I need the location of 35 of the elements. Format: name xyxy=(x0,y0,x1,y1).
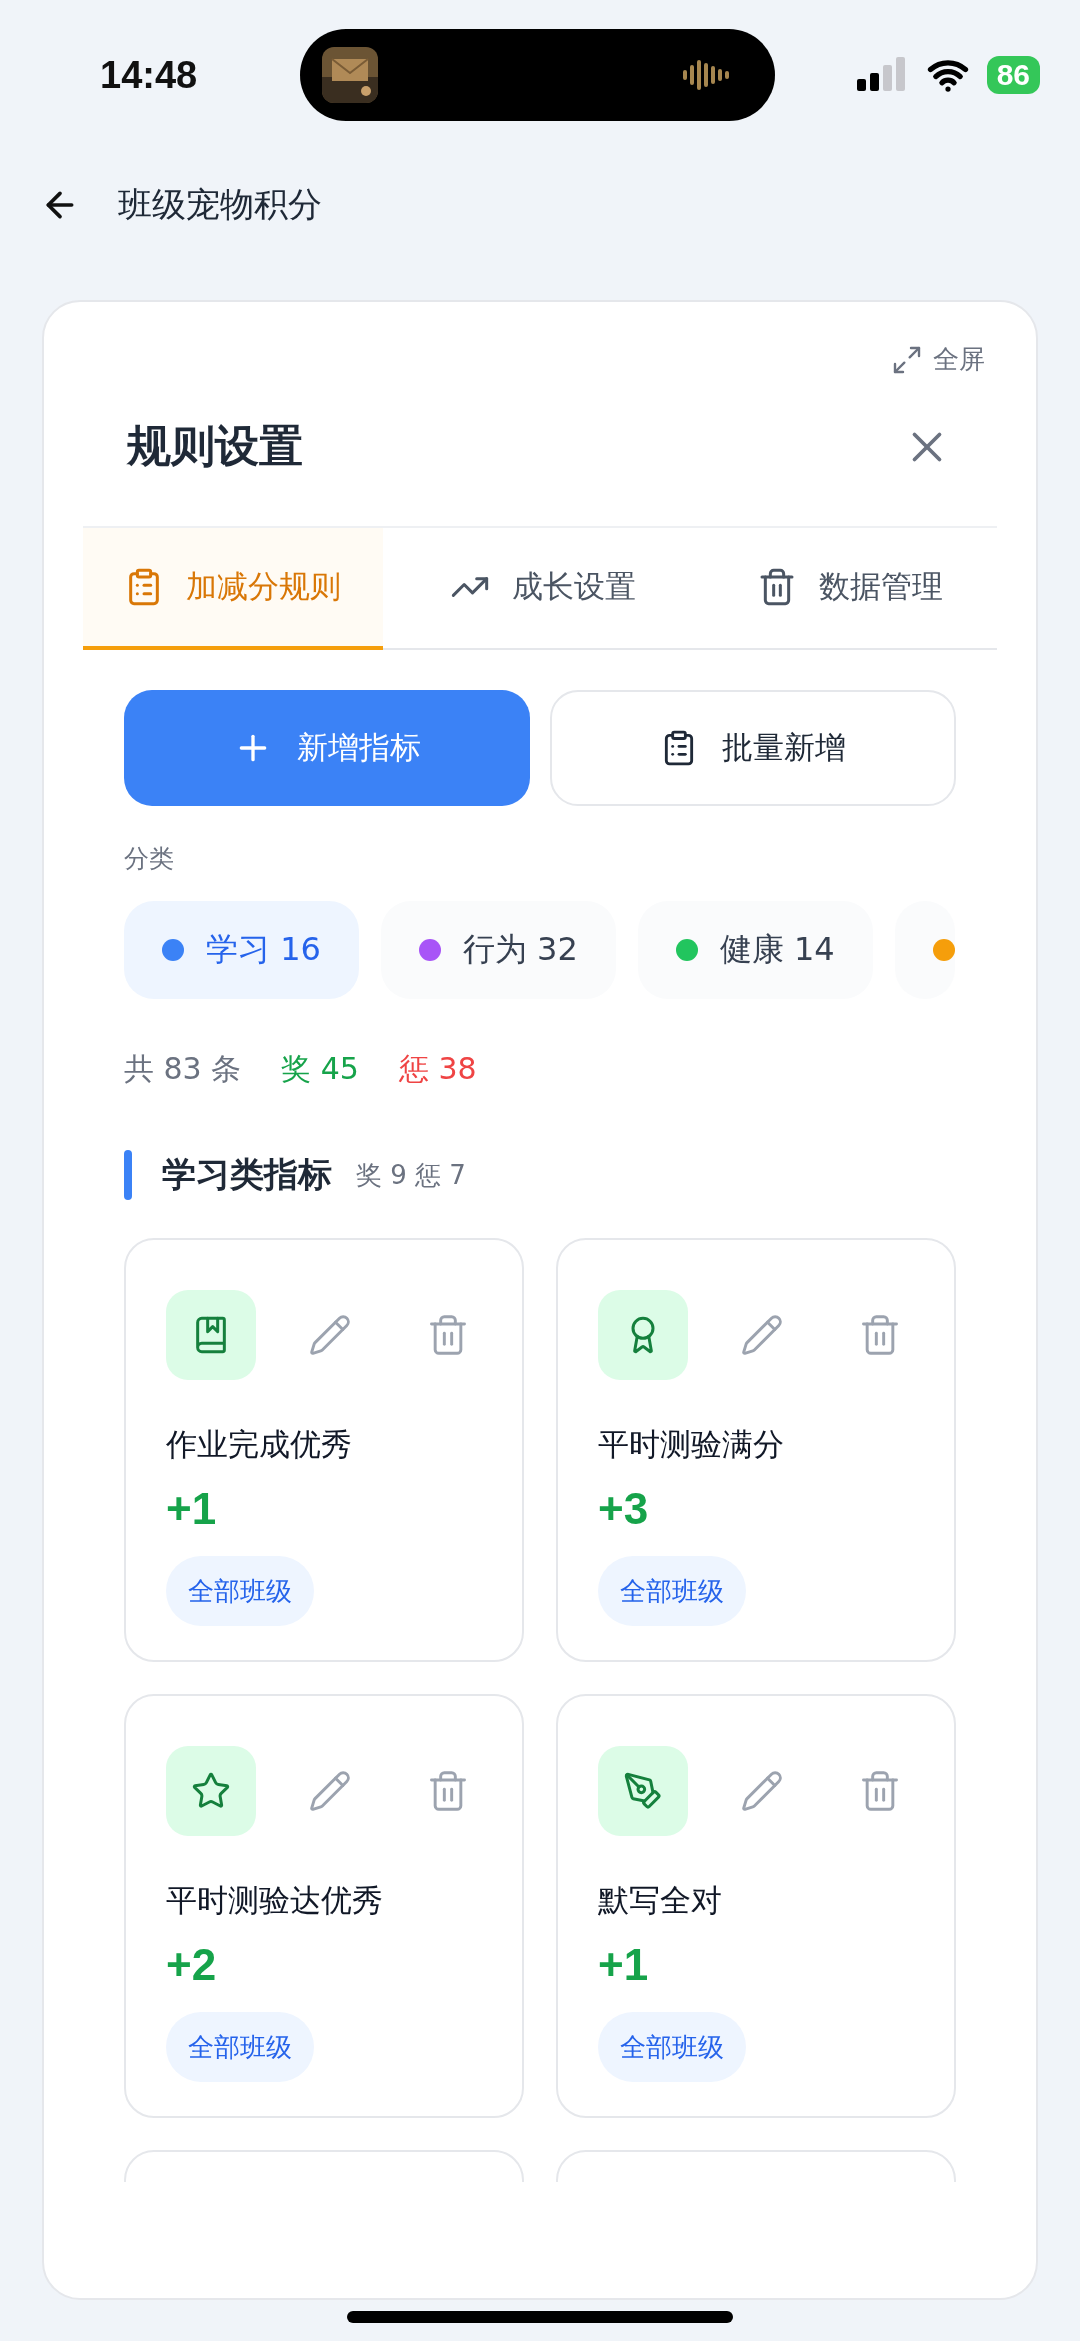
batch-add-button[interactable]: 批量新增 xyxy=(550,690,956,806)
edit-icon[interactable] xyxy=(308,1313,352,1357)
scope-tag: 全部班级 xyxy=(598,1556,746,1626)
scope-tag: 全部班级 xyxy=(598,2012,746,2082)
category-chip[interactable]: 健康 14 xyxy=(637,901,873,999)
rule-name: 作业完成优秀 xyxy=(166,1425,353,1464)
category-chip[interactable]: 行为 32 xyxy=(380,901,616,999)
section-counts: 奖 9 惩 7 xyxy=(356,1158,466,1192)
scope-tag: 全部班级 xyxy=(166,1556,314,1626)
edit-icon[interactable] xyxy=(740,1313,784,1357)
rule-name: 默写全对 xyxy=(598,1881,723,1920)
rule-points: +2 xyxy=(166,1940,218,1990)
section-title: 学习类指标 xyxy=(162,1153,332,1196)
status-time: 14:48 xyxy=(100,53,199,97)
penalty-count: 惩 38 xyxy=(398,1050,477,1088)
category-chip[interactable]: 学习 16 xyxy=(124,901,359,999)
section-bar xyxy=(124,1150,132,1200)
tab[interactable]: 成长设置 xyxy=(382,528,703,650)
dialog-title: 规则设置 xyxy=(127,419,303,473)
rule-points: +1 xyxy=(598,1940,650,1990)
category-label: 分类 xyxy=(124,843,175,875)
rule-name: 平时测验达优秀 xyxy=(166,1881,384,1920)
edit-icon[interactable] xyxy=(308,1769,352,1813)
scope-tag: 全部班级 xyxy=(166,2012,314,2082)
battery-level: 86 xyxy=(986,56,1040,94)
add-button[interactable]: 新增指标 xyxy=(124,690,530,806)
rule-name: 平时测验满分 xyxy=(598,1425,785,1464)
page-title: 班级宠物积分 xyxy=(118,183,322,226)
total-count: 共 83 条 xyxy=(124,1050,242,1088)
rule-points: +1 xyxy=(166,1484,218,1534)
reward-count: 奖 45 xyxy=(281,1050,359,1088)
fullscreen-button[interactable]: 全屏 xyxy=(891,342,985,377)
tab[interactable]: 数据管理 xyxy=(702,528,997,650)
rule-points: +3 xyxy=(598,1484,650,1534)
edit-icon[interactable] xyxy=(740,1769,784,1813)
